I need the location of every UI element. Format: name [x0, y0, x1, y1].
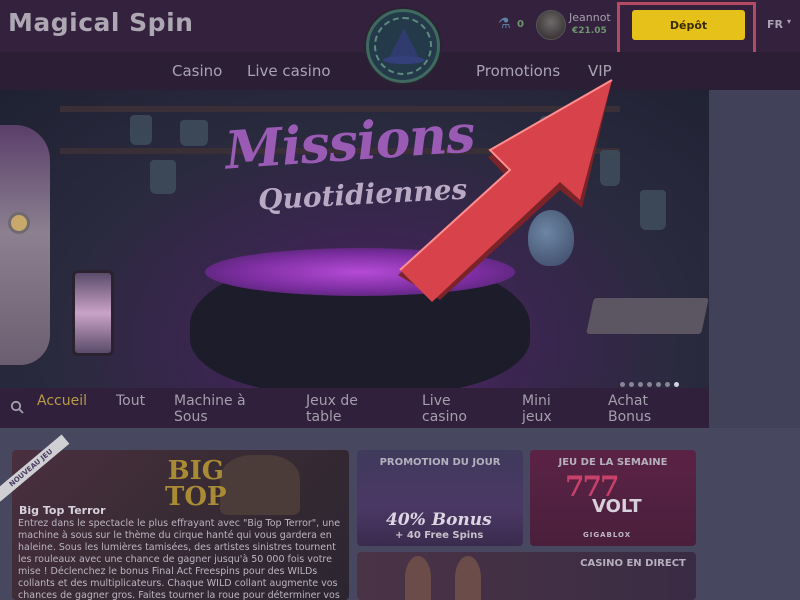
annotation-arrow	[398, 79, 613, 302]
